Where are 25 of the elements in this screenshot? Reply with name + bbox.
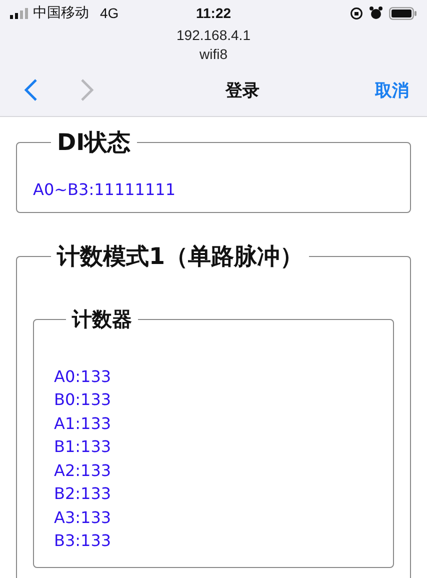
chevron-right-icon bbox=[80, 78, 94, 102]
value-text: B0:133 bbox=[54, 389, 112, 411]
value-text: A0~B3:11111111 bbox=[33, 179, 176, 201]
value-text: A2:133 bbox=[54, 460, 112, 482]
signal-icon bbox=[10, 8, 28, 18]
clock-time: 11:22 bbox=[196, 5, 232, 21]
carrier-name: 中国移动 bbox=[33, 4, 89, 22]
group-title: 计数模式1（单路脉冲） bbox=[56, 242, 304, 272]
rotation-lock-icon bbox=[350, 6, 364, 20]
value-text: B2:133 bbox=[54, 483, 112, 505]
page-title: 登录 bbox=[224, 80, 260, 102]
value-text: A1:133 bbox=[54, 412, 112, 434]
value-text: B1:133 bbox=[54, 436, 112, 458]
value-text: A0:133 bbox=[54, 366, 112, 388]
alarm-icon bbox=[369, 6, 384, 20]
network-name: wifi8 bbox=[199, 45, 228, 64]
network-type: 4G bbox=[100, 5, 119, 21]
battery-icon bbox=[389, 6, 418, 20]
group-title: 计数器 bbox=[70, 306, 133, 332]
chevron-left-icon bbox=[24, 78, 38, 102]
page-address: 192.168.4.1 bbox=[176, 26, 250, 45]
value-text: B3:133 bbox=[54, 530, 112, 552]
cancel-button[interactable]: 取消 bbox=[375, 78, 409, 102]
value-text: A3:133 bbox=[54, 506, 112, 528]
group-title: DI状态 bbox=[56, 129, 132, 158]
